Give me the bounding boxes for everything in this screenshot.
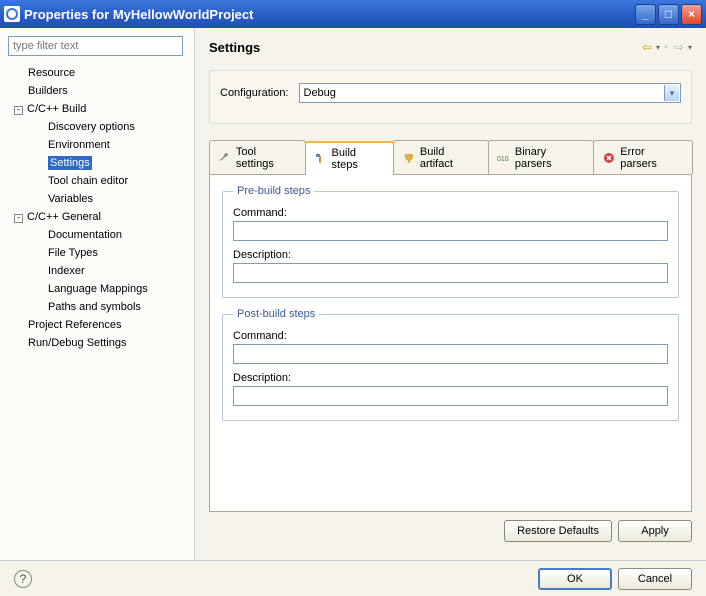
page-title: Settings <box>209 40 640 55</box>
tab-binary-parsers[interactable]: 010 Binary parsers <box>488 140 594 174</box>
restore-defaults-button[interactable]: Restore Defaults <box>504 520 612 542</box>
back-menu-icon[interactable]: ▾ <box>656 43 660 52</box>
footer: ? OK Cancel <box>0 560 706 596</box>
tree-item-paths[interactable]: Paths and symbols <box>8 298 186 316</box>
tree-item-builders[interactable]: Builders <box>8 82 186 100</box>
svg-text:010: 010 <box>497 155 509 162</box>
cancel-button[interactable]: Cancel <box>618 568 692 590</box>
titlebar: Properties for MyHellowWorldProject _ □ … <box>0 0 706 28</box>
tab-error-parsers[interactable]: Error parsers <box>593 140 693 174</box>
tree-item-discovery[interactable]: Discovery options <box>8 118 186 136</box>
postbuild-desc-input[interactable] <box>233 386 668 406</box>
collapse-icon[interactable]: - <box>14 214 23 223</box>
back-icon[interactable]: ⇦ <box>640 38 654 56</box>
prebuild-legend: Pre-build steps <box>233 185 314 197</box>
error-icon <box>602 151 616 165</box>
configuration-label: Configuration: <box>220 87 289 99</box>
tree-item-environment[interactable]: Environment <box>8 136 186 154</box>
chevron-down-icon: ▾ <box>664 85 679 101</box>
prebuild-command-label: Command: <box>233 207 668 219</box>
tree-item-ccgeneral[interactable]: -C/C++ General <box>8 208 186 226</box>
tree-item-indexer[interactable]: Indexer <box>8 262 186 280</box>
postbuild-command-input[interactable] <box>233 344 668 364</box>
tree-item-projrefs[interactable]: Project References <box>8 316 186 334</box>
tree-item-rundebug[interactable]: Run/Debug Settings <box>8 334 186 352</box>
forward-menu-icon: ▾ <box>688 43 692 52</box>
postbuild-command-label: Command: <box>233 330 668 342</box>
minimize-button[interactable]: _ <box>635 4 656 25</box>
close-button[interactable]: × <box>681 4 702 25</box>
apply-button[interactable]: Apply <box>618 520 692 542</box>
tab-build-steps[interactable]: Build steps <box>305 141 394 175</box>
prebuild-desc-input[interactable] <box>233 263 668 283</box>
tree-item-variables[interactable]: Variables <box>8 190 186 208</box>
binary-icon: 010 <box>497 151 511 165</box>
prebuild-group: Pre-build steps Command: Description: <box>222 185 679 298</box>
tab-tool-settings[interactable]: Tool settings <box>209 140 306 174</box>
tree-item-settings[interactable]: Settings <box>8 154 186 172</box>
tree-item-ccbuild[interactable]: -C/C++ Build <box>8 100 186 118</box>
help-icon[interactable]: ? <box>14 570 32 588</box>
tree-item-langmap[interactable]: Language Mappings <box>8 280 186 298</box>
content-panel: Settings ⇦▾ • ⇨▾ Configuration: Debug ▾ … <box>195 28 706 560</box>
ok-button[interactable]: OK <box>538 568 612 590</box>
tabs: Tool settings Build steps Build artifact… <box>209 140 692 175</box>
configuration-select[interactable]: Debug ▾ <box>299 83 682 103</box>
configuration-value: Debug <box>304 87 336 99</box>
trophy-icon <box>402 151 416 165</box>
wrench-icon <box>218 151 232 165</box>
app-icon <box>4 6 20 22</box>
collapse-icon[interactable]: - <box>14 106 23 115</box>
hammer-icon <box>314 152 328 166</box>
sidebar: Resource Builders -C/C++ Build Discovery… <box>0 28 195 560</box>
postbuild-desc-label: Description: <box>233 372 668 384</box>
prebuild-command-input[interactable] <box>233 221 668 241</box>
forward-icon: ⇨ <box>672 38 686 56</box>
prebuild-desc-label: Description: <box>233 249 668 261</box>
window-title: Properties for MyHellowWorldProject <box>24 7 635 22</box>
tab-build-artifact[interactable]: Build artifact <box>393 140 489 174</box>
postbuild-group: Post-build steps Command: Description: <box>222 308 679 421</box>
maximize-button[interactable]: □ <box>658 4 679 25</box>
postbuild-legend: Post-build steps <box>233 308 319 320</box>
tree-item-documentation[interactable]: Documentation <box>8 226 186 244</box>
filter-input[interactable] <box>8 36 183 56</box>
tab-panel-build-steps: Pre-build steps Command: Description: Po… <box>209 175 692 512</box>
tree-item-filetypes[interactable]: File Types <box>8 244 186 262</box>
configuration-row: Configuration: Debug ▾ <box>209 70 692 124</box>
tree-item-toolchain[interactable]: Tool chain editor <box>8 172 186 190</box>
tree-item-resource[interactable]: Resource <box>8 64 186 82</box>
tree: Resource Builders -C/C++ Build Discovery… <box>8 64 186 352</box>
